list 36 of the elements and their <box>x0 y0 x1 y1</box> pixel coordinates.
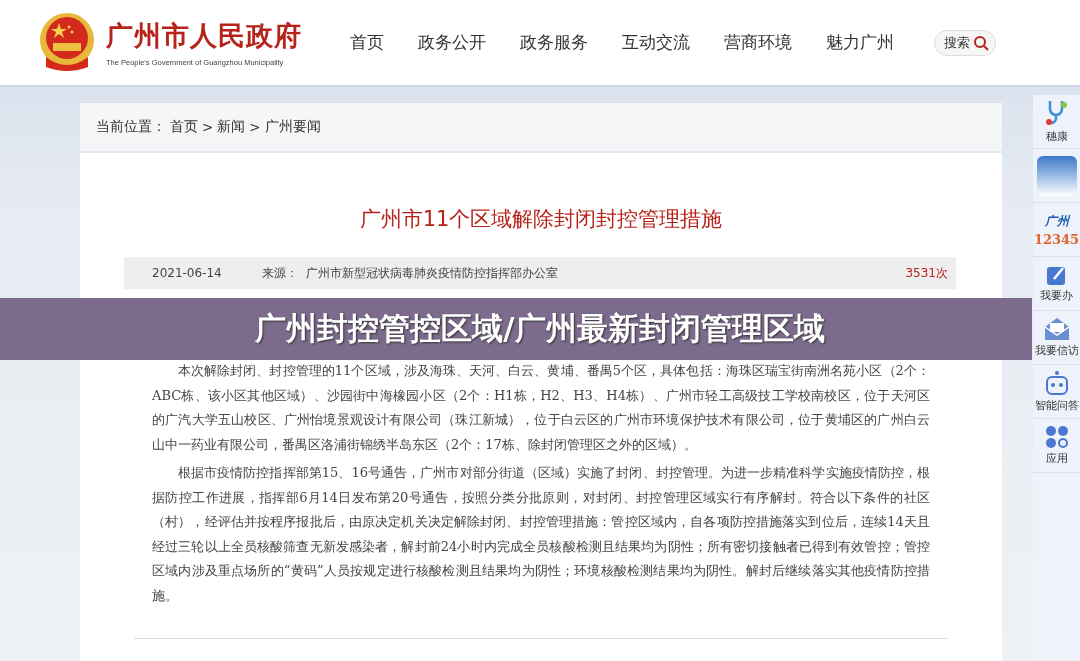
sidebar-label[interactable]: 智能问答 <box>1034 398 1079 413</box>
article-paragraph: 本次解除封闭、封控管理的11个区域，涉及海珠、天河、白云、黄埔、番禺5个区，具体包括：海珠区瑞宝街南洲名苑小区（2个：ABC栋、该小区其他区域）、沙园街中海橡园小区（2个：H1栋，H2、H3、H4栋）、广州市轻工高级技工学校南校区，位于天河区的广汽大学五山校区、广州怡境景观设计有限公司（珠江新城），位于白云区的广州市环境保护技术有限公司，位于黄埔区的广州白云山中一药业有限公司，番禺区洛浦街锦绣半岛东区（2个：17栋、除封闭管理区之外的区域）。 <box>152 362 930 454</box>
nav-link[interactable]: 政务服务 <box>520 31 588 54</box>
breadcrumb-separator: > <box>249 119 261 135</box>
breadcrumb-link[interactable]: 首页 <box>170 118 198 136</box>
envelope-icon[interactable] <box>1042 317 1071 341</box>
search-button[interactable]: 搜索 <box>934 29 996 56</box>
article-title: 广州市11个区域解除封闭封控管理措施 <box>358 206 724 233</box>
sidebar-label[interactable]: 应用 <box>1045 451 1068 466</box>
breadcrumb-link[interactable]: 广州要闻 <box>264 118 321 136</box>
hotline-logo-text[interactable]: 广州 <box>1044 212 1069 230</box>
article-paragraph: 根据市疫情防控指挥部第15、16号通告，广州市对部分街道（区域）实施了封闭、封控管理。为进一步精准科学实施疫情防控，根据防控工作进展，指挥部6月14日发布第20号通告，按照分类分批原则，对封闭、封控管理区域实行有序解封。符合以下条件的社区（村），经评估并按程序报批后，由原决定机关决定解除封闭、封控管理措施：管控区域内，自各项防控措施落实到位后，连续14天且经过三轮以上全员核酸筛查无新发感染者，解封前24小时内完成全员核酸检测且结果均为阴性；所有密切接触者已得到有效管控；管控区域内涉及重点场所的“黄码”人员按规定进行核酸检测且结果均为阴性；环境核酸检测结果均为阴性。解封后继续落实其他疫情防控措施。 <box>152 464 930 605</box>
apps-icon[interactable] <box>1044 425 1069 449</box>
sidebar-label[interactable]: 我要办 <box>1040 288 1073 303</box>
sidebar-label[interactable]: 穗康 <box>1045 129 1068 144</box>
edit-icon[interactable] <box>1045 264 1068 286</box>
breadcrumb-label: 当前位置： <box>96 118 166 136</box>
breadcrumb-link[interactable]: 新闻 <box>217 118 246 136</box>
stethoscope-icon[interactable] <box>1043 99 1070 127</box>
nav-link[interactable]: 首页 <box>350 31 384 54</box>
app-logo-icon[interactable] <box>1036 155 1077 196</box>
robot-icon[interactable] <box>1044 370 1069 396</box>
site-name: 广州市人民政府 <box>106 19 302 53</box>
banner-title: 广州封控管控区域/广州最新封闭管理区域 <box>255 309 825 348</box>
nav-link[interactable]: 营商环境 <box>724 31 792 54</box>
nav-link[interactable]: 政务公开 <box>418 31 486 54</box>
view-count: 3531次 <box>905 264 948 282</box>
source-label: 来源： <box>261 264 298 282</box>
breadcrumb-separator: > <box>202 119 214 135</box>
source-text: 广州市新型冠状病毒肺炎疫情防控指挥部办公室 <box>305 264 558 282</box>
nav-link[interactable]: 魅力广州 <box>826 31 894 54</box>
search-icon <box>973 34 989 51</box>
sidebar-label[interactable]: 我要信访 <box>1034 343 1079 358</box>
nav-link[interactable]: 互动交流 <box>622 31 690 54</box>
publish-date: 2021-06-14 <box>152 266 222 280</box>
emblem-icon <box>38 12 96 73</box>
